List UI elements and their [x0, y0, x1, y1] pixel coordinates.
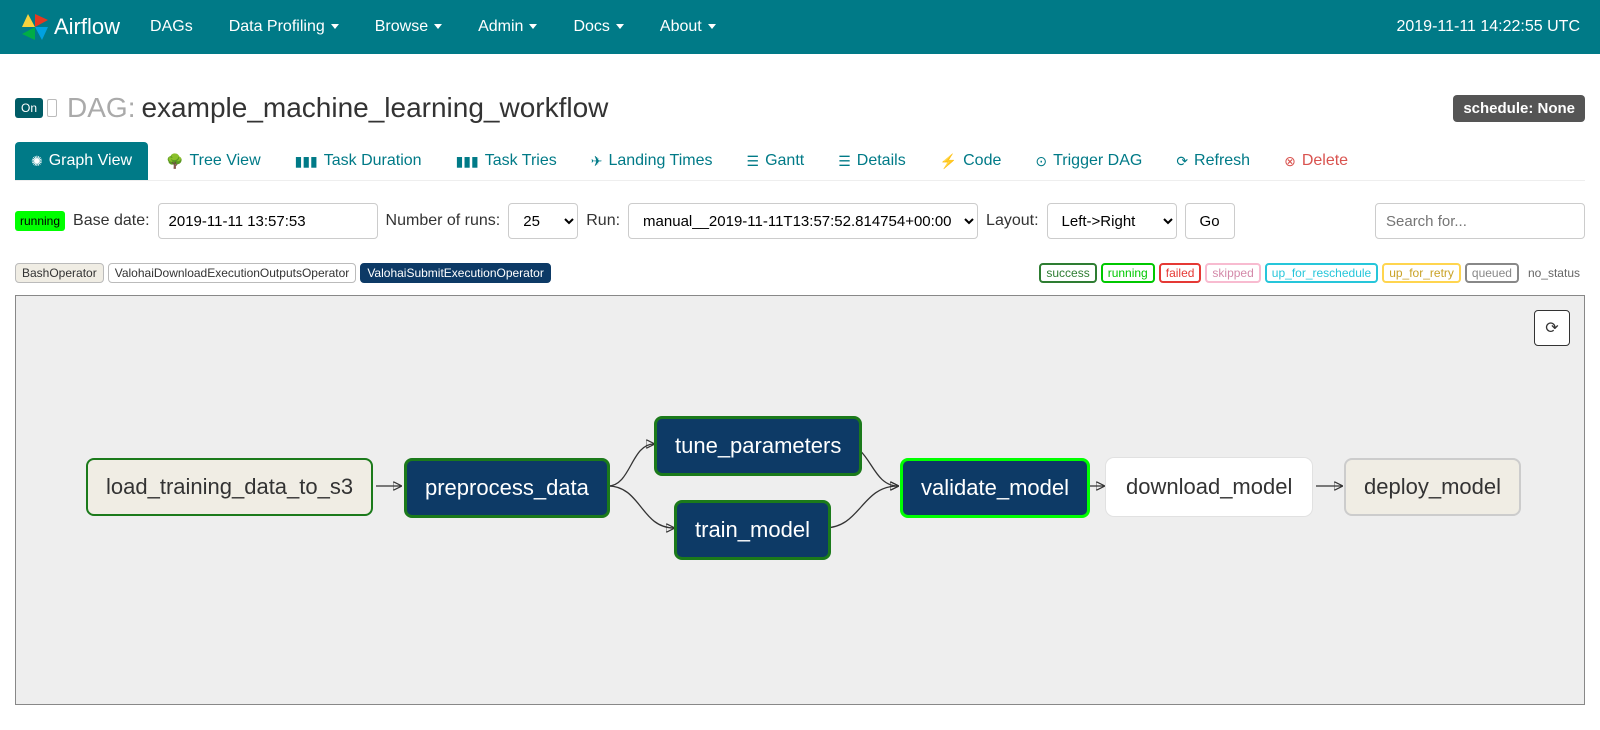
state-legend: success running failed skipped up_for_re… — [1039, 263, 1585, 283]
tab-task-tries[interactable]: ▮▮▮Task Tries — [440, 142, 573, 180]
controls-row: running Base date: Number of runs: 25 Ru… — [15, 203, 1585, 239]
operator-legend: BashOperator ValohaiDownloadExecutionOut… — [15, 263, 551, 283]
node-validate-model[interactable]: validate_model — [900, 458, 1090, 518]
chevron-down-icon — [706, 18, 716, 36]
status-badge: running — [15, 211, 65, 231]
brand-text: Airflow — [54, 14, 120, 40]
chevron-down-icon — [614, 18, 624, 36]
lightning-icon: ⚡ — [940, 153, 957, 170]
operator-bash: BashOperator — [15, 263, 104, 283]
node-tune-parameters[interactable]: tune_parameters — [654, 416, 862, 476]
node-train-model[interactable]: train_model — [674, 500, 831, 560]
nav-data-profiling[interactable]: Data Profiling — [229, 18, 339, 36]
num-runs-select[interactable]: 25 — [508, 203, 578, 239]
state-no-status: no_status — [1523, 265, 1585, 281]
nav-about[interactable]: About — [660, 18, 716, 36]
tab-trigger-dag[interactable]: ⊙Trigger DAG — [1019, 142, 1158, 180]
node-deploy-model[interactable]: deploy_model — [1344, 458, 1521, 516]
node-download-model[interactable]: download_model — [1106, 458, 1312, 516]
title-row: On DAG: example_machine_learning_workflo… — [15, 92, 1585, 124]
nav-items: DAGs Data Profiling Browse Admin Docs Ab… — [150, 18, 1396, 36]
tab-refresh[interactable]: ⟳Refresh — [1160, 142, 1266, 180]
sun-icon: ✺ — [31, 153, 43, 170]
state-success: success — [1039, 263, 1096, 283]
search-input[interactable] — [1375, 203, 1585, 239]
tab-landing-times[interactable]: ✈Landing Times — [575, 142, 729, 180]
dag-toggle-track[interactable] — [47, 99, 57, 117]
state-up-for-reschedule: up_for_reschedule — [1265, 263, 1378, 283]
state-up-for-retry: up_for_retry — [1382, 263, 1461, 283]
chevron-down-icon — [432, 18, 442, 36]
chevron-down-icon — [329, 18, 339, 36]
operator-submit: ValohaiSubmitExecutionOperator — [360, 263, 551, 283]
state-running: running — [1101, 263, 1155, 283]
refresh-icon: ⟳ — [1176, 153, 1188, 170]
nav-dags[interactable]: DAGs — [150, 18, 193, 36]
plane-icon: ✈ — [591, 153, 603, 170]
run-select[interactable]: manual__2019-11-11T13:57:52.814754+00:00 — [628, 203, 978, 239]
graph-refresh-button[interactable]: ⟳ — [1534, 310, 1570, 346]
layout-select[interactable]: Left->Right — [1047, 203, 1177, 239]
tree-icon: 🌳 — [166, 153, 183, 170]
base-date-input[interactable] — [158, 203, 378, 239]
state-skipped: skipped — [1205, 263, 1260, 283]
delete-icon: ⊗ — [1284, 153, 1296, 170]
state-queued: queued — [1465, 263, 1519, 283]
run-label: Run: — [586, 212, 620, 230]
num-runs-label: Number of runs: — [386, 212, 501, 230]
schedule-badge: schedule: None — [1453, 95, 1585, 122]
tab-graph-view[interactable]: ✺Graph View — [15, 142, 148, 180]
base-date-label: Base date: — [73, 212, 150, 230]
nav-docs[interactable]: Docs — [573, 18, 623, 36]
tab-details[interactable]: ☰Details — [822, 142, 921, 180]
clock: 2019-11-11 14:22:55 UTC — [1396, 18, 1580, 36]
list-icon: ☰ — [838, 153, 851, 170]
dag-toggle[interactable]: On — [15, 98, 43, 118]
node-preprocess-data[interactable]: preprocess_data — [404, 458, 610, 518]
list-icon: ☰ — [747, 153, 760, 170]
refresh-icon: ⟳ — [1545, 318, 1558, 338]
tab-code[interactable]: ⚡Code — [924, 142, 1018, 180]
tab-task-duration[interactable]: ▮▮▮Task Duration — [279, 142, 438, 180]
chevron-down-icon — [527, 18, 537, 36]
tabs: ✺Graph View 🌳Tree View ▮▮▮Task Duration … — [15, 142, 1585, 181]
operator-download: ValohaiDownloadExecutionOutputsOperator — [108, 263, 357, 283]
tab-delete[interactable]: ⊗Delete — [1268, 142, 1364, 180]
tab-gantt[interactable]: ☰Gantt — [731, 142, 821, 180]
nav-browse[interactable]: Browse — [375, 18, 442, 36]
tab-tree-view[interactable]: 🌳Tree View — [150, 142, 277, 180]
layout-label: Layout: — [986, 212, 1038, 230]
legend-row: BashOperator ValohaiDownloadExecutionOut… — [15, 263, 1585, 283]
airflow-logo-icon — [20, 12, 50, 42]
nav-admin[interactable]: Admin — [478, 18, 537, 36]
bar-chart-icon: ▮▮▮ — [295, 153, 318, 170]
dag-label: DAG: — [67, 92, 135, 124]
graph-canvas[interactable]: ⟳ load_training_data_to_s3 preprocess_da… — [15, 295, 1585, 705]
navbar: Airflow DAGs Data Profiling Browse Admin… — [0, 0, 1600, 54]
play-icon: ⊙ — [1035, 153, 1047, 170]
node-load-training-data[interactable]: load_training_data_to_s3 — [86, 458, 373, 516]
go-button[interactable]: Go — [1185, 203, 1235, 239]
brand[interactable]: Airflow — [20, 12, 120, 42]
dag-name: example_machine_learning_workflow — [141, 92, 608, 124]
bar-chart-icon: ▮▮▮ — [456, 153, 479, 170]
state-failed: failed — [1159, 263, 1202, 283]
